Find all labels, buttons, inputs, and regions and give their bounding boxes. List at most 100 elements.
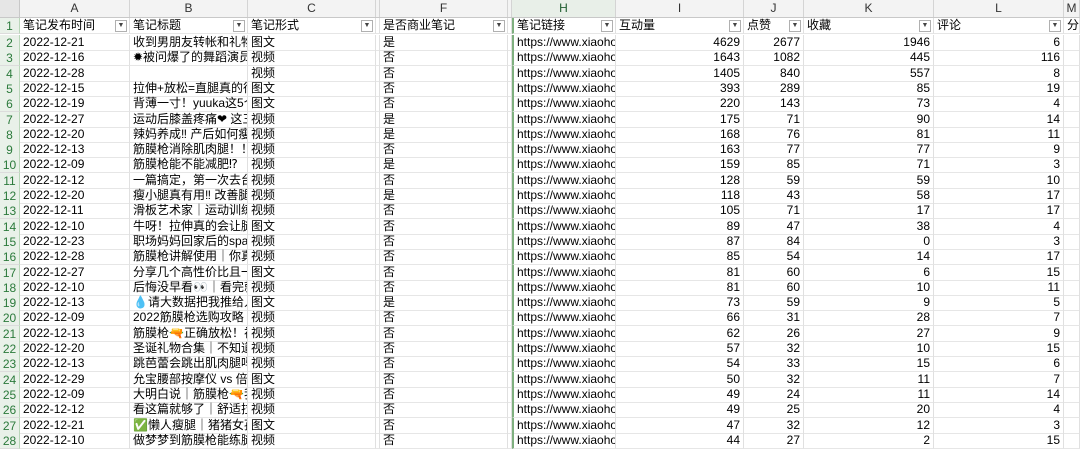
cell-likes[interactable]: 77 (744, 142, 804, 159)
cell-favorites[interactable]: 73 (804, 96, 934, 113)
cell-likes[interactable]: 71 (744, 111, 804, 128)
cell-comments[interactable]: 17 (934, 249, 1064, 266)
cell-favorites[interactable]: 77 (804, 142, 934, 159)
cell-title[interactable]: 💧请大数据把我推给人 (130, 295, 248, 312)
cell-shares[interactable] (1064, 386, 1080, 403)
col-header-k[interactable]: K (804, 0, 934, 17)
cell-link[interactable]: https://www.xiaohon (512, 172, 616, 189)
cell-shares[interactable] (1064, 402, 1080, 419)
cell-publish-time[interactable]: 2022-12-12 (20, 172, 130, 189)
row-number[interactable]: 17 (0, 264, 20, 281)
cell-format[interactable]: 图文 (248, 264, 376, 281)
cell-interactions[interactable]: 393 (616, 80, 744, 97)
cell-comments[interactable]: 3 (934, 157, 1064, 174)
filter-dropdown-icon[interactable]: ▼ (789, 20, 801, 32)
col-header-l[interactable]: L (934, 0, 1064, 17)
cell-format[interactable]: 视频 (248, 65, 376, 82)
cell-shares[interactable] (1064, 157, 1080, 174)
cell-favorites[interactable]: 2 (804, 432, 934, 449)
cell-comments[interactable]: 19 (934, 80, 1064, 97)
cell-title[interactable]: 2022筋膜枪选购攻略 (130, 310, 248, 327)
cell-comments[interactable]: 4 (934, 402, 1064, 419)
header-cell-shares[interactable]: 分享 (1064, 18, 1080, 34)
row-number[interactable]: 7 (0, 111, 20, 128)
cell-shares[interactable] (1064, 432, 1080, 449)
cell-publish-time[interactable]: 2022-12-13 (20, 295, 130, 312)
cell-commercial[interactable]: 否 (380, 402, 508, 419)
cell-title[interactable]: 圣诞礼物合集｜不知道 (130, 341, 248, 357)
cell-publish-time[interactable]: 2022-12-13 (20, 325, 130, 342)
cell-likes[interactable]: 26 (744, 325, 804, 342)
cell-format[interactable]: 视频 (248, 402, 376, 419)
cell-shares[interactable] (1064, 203, 1080, 220)
cell-link[interactable]: https://www.xiaohon (512, 233, 616, 250)
cell-favorites[interactable]: 28 (804, 310, 934, 327)
cell-format[interactable]: 图文 (248, 371, 376, 388)
cell-link[interactable]: https://www.xiaohon (512, 371, 616, 388)
cell-title[interactable]: 大明白说｜筋膜枪🔫我 (130, 386, 248, 403)
row-number[interactable]: 4 (0, 65, 20, 82)
row-number[interactable]: 9 (0, 142, 20, 159)
cell-favorites[interactable]: 15 (804, 356, 934, 373)
cell-format[interactable]: 图文 (248, 96, 376, 113)
cell-interactions[interactable]: 73 (616, 295, 744, 312)
cell-title[interactable]: 牛呀！拉伸真的会让腿 (130, 218, 248, 235)
cell-title[interactable]: 筋膜枪🔫正确放松！视 (130, 325, 248, 342)
cell-interactions[interactable]: 87 (616, 233, 744, 250)
cell-link[interactable]: https://www.xiaohon (512, 356, 616, 373)
cell-likes[interactable]: 31 (744, 310, 804, 327)
cell-comments[interactable]: 17 (934, 188, 1064, 204)
header-cell-likes[interactable]: 点赞 ▼ (744, 18, 804, 34)
cell-favorites[interactable]: 0 (804, 233, 934, 250)
cell-likes[interactable]: 32 (744, 341, 804, 357)
cell-favorites[interactable]: 12 (804, 417, 934, 434)
cell-publish-time[interactable]: 2022-12-28 (20, 249, 130, 266)
cell-favorites[interactable]: 445 (804, 50, 934, 67)
cell-commercial[interactable]: 否 (380, 371, 508, 388)
cell-publish-time[interactable]: 2022-12-21 (20, 35, 130, 51)
cell-format[interactable]: 视频 (248, 126, 376, 143)
cell-interactions[interactable]: 81 (616, 279, 744, 296)
cell-comments[interactable]: 8 (934, 65, 1064, 82)
cell-likes[interactable]: 32 (744, 371, 804, 388)
cell-interactions[interactable]: 163 (616, 142, 744, 159)
cell-commercial[interactable]: 否 (380, 264, 508, 281)
cell-likes[interactable]: 60 (744, 279, 804, 296)
cell-publish-time[interactable]: 2022-12-16 (20, 50, 130, 67)
cell-favorites[interactable]: 85 (804, 80, 934, 97)
cell-format[interactable]: 视频 (248, 50, 376, 67)
cell-interactions[interactable]: 85 (616, 249, 744, 266)
cell-interactions[interactable]: 4629 (616, 35, 744, 51)
cell-publish-time[interactable]: 2022-12-23 (20, 233, 130, 250)
cell-link[interactable]: https://www.xiaohon (512, 310, 616, 327)
cell-interactions[interactable]: 1405 (616, 65, 744, 82)
cell-likes[interactable]: 59 (744, 295, 804, 312)
cell-title[interactable]: 收到男朋友转帐和礼物 (130, 35, 248, 51)
filter-dropdown-icon[interactable]: ▼ (115, 20, 127, 32)
row-number[interactable]: 19 (0, 295, 20, 312)
cell-commercial[interactable]: 是 (380, 157, 508, 174)
row-number[interactable]: 18 (0, 279, 20, 296)
cell-shares[interactable] (1064, 96, 1080, 113)
cell-publish-time[interactable]: 2022-12-13 (20, 142, 130, 159)
cell-commercial[interactable]: 否 (380, 142, 508, 159)
cell-link[interactable]: https://www.xiaohon (512, 295, 616, 312)
cell-title[interactable]: 背薄一寸！yuuka这5个 (130, 96, 248, 113)
cell-likes[interactable]: 84 (744, 233, 804, 250)
cell-link[interactable]: https://www.xiaohon (512, 279, 616, 296)
cell-title[interactable]: 筋膜枪消除肌肉腿！！ (130, 142, 248, 159)
cell-format[interactable]: 视频 (248, 172, 376, 189)
cell-favorites[interactable]: 27 (804, 325, 934, 342)
cell-publish-time[interactable]: 2022-12-10 (20, 432, 130, 449)
cell-likes[interactable]: 54 (744, 249, 804, 266)
cell-title[interactable]: 允宝腰部按摩仪 vs 倍 (130, 371, 248, 388)
cell-likes[interactable]: 85 (744, 157, 804, 174)
cell-likes[interactable]: 143 (744, 96, 804, 113)
cell-interactions[interactable]: 49 (616, 386, 744, 403)
cell-comments[interactable]: 116 (934, 50, 1064, 67)
cell-likes[interactable]: 289 (744, 80, 804, 97)
cell-title[interactable]: 后悔没早看👀｜看完就 (130, 279, 248, 296)
cell-shares[interactable] (1064, 325, 1080, 342)
cell-shares[interactable] (1064, 356, 1080, 373)
cell-comments[interactable]: 7 (934, 371, 1064, 388)
